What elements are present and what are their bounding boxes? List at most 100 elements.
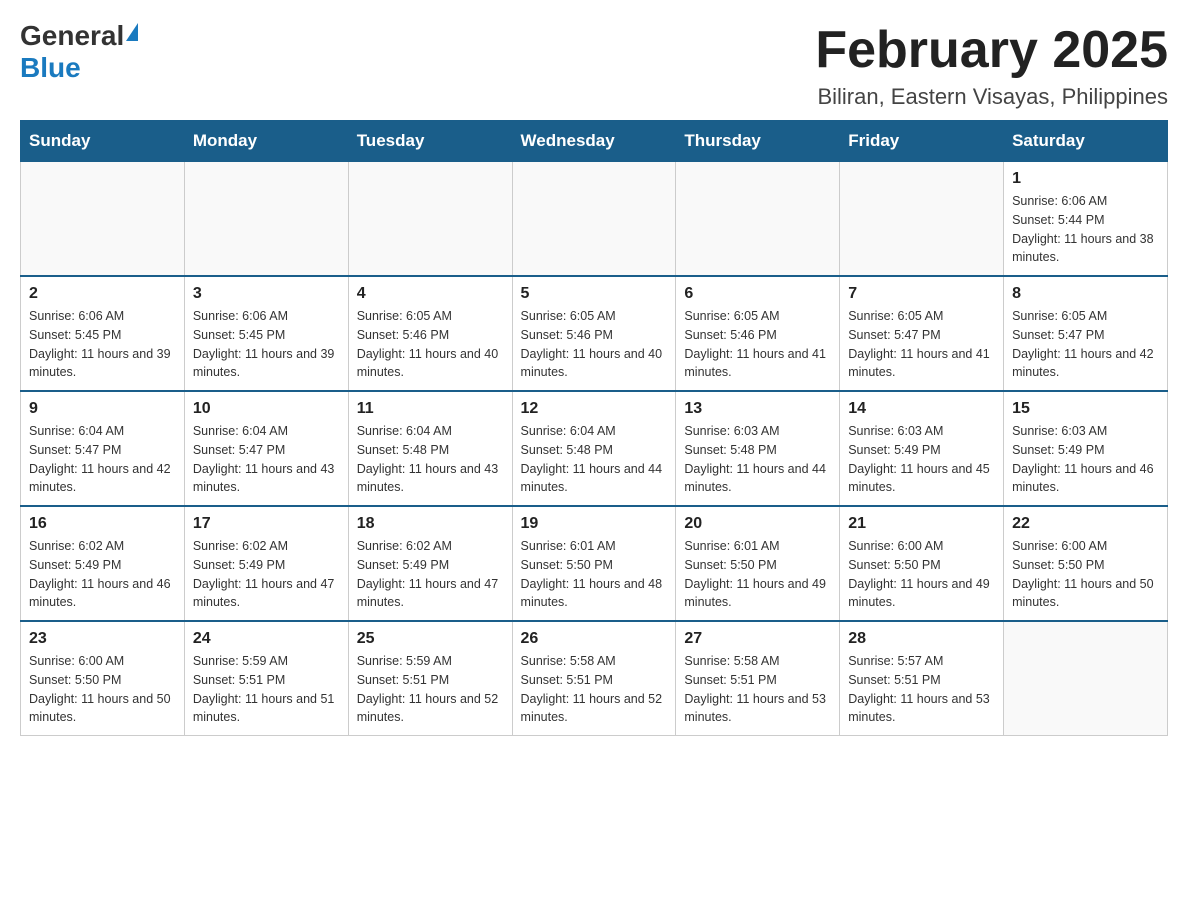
day-number: 10 [193,400,340,418]
calendar-header-friday: Friday [840,121,1004,162]
day-info: Sunrise: 5:58 AMSunset: 5:51 PMDaylight:… [684,652,831,727]
calendar-cell: 11 Sunrise: 6:04 AMSunset: 5:48 PMDayligh… [348,391,512,506]
day-number: 22 [1012,515,1159,533]
day-number: 17 [193,515,340,533]
calendar-cell: 22 Sunrise: 6:00 AMSunset: 5:50 PMDayligh… [1004,506,1168,621]
calendar-cell: 8Sunrise: 6:05 AMSunset: 5:47 PMDaylight… [1004,276,1168,391]
calendar-cell [512,162,676,277]
day-info: Sunrise: 6:03 AMSunset: 5:48 PMDaylight:… [684,422,831,497]
calendar-cell [348,162,512,277]
day-number: 20 [684,515,831,533]
logo: General Blue [20,20,138,84]
day-number: 14 [848,400,995,418]
calendar-cell: 4 Sunrise: 6:05 AMSunset: 5:46 PMDaylight… [348,276,512,391]
calendar-cell [840,162,1004,277]
calendar-cell: 15Sunrise: 6:03 AMSunset: 5:49 PMDayligh… [1004,391,1168,506]
calendar-cell: 5 Sunrise: 6:05 AMSunset: 5:46 PMDaylight… [512,276,676,391]
page-header: General Blue February 2025 Biliran, East… [20,20,1168,110]
title-section: February 2025 Biliran, Eastern Visayas, … [815,20,1168,110]
day-info: Sunrise: 5:58 AMSunset: 5:51 PMDaylight:… [521,652,668,727]
day-info: Sunrise: 5:59 AMSunset: 5:51 PMDaylight:… [357,652,504,727]
calendar-cell [21,162,185,277]
calendar-cell: 1 Sunrise: 6:06 AMSunset: 5:44 PMDaylight… [1004,162,1168,277]
day-number: 11 [357,400,504,418]
logo-blue: Blue [20,52,81,83]
calendar-cell: 23 Sunrise: 6:00 AMSunset: 5:50 PMDayligh… [21,621,185,736]
calendar-header-thursday: Thursday [676,121,840,162]
day-info: Sunrise: 6:05 AMSunset: 5:46 PMDaylight:… [684,307,831,382]
day-number: 9 [29,400,176,418]
calendar-cell [676,162,840,277]
day-info: Sunrise: 6:01 AMSunset: 5:50 PMDaylight:… [521,537,668,612]
day-info: Sunrise: 6:04 AMSunset: 5:47 PMDaylight:… [193,422,340,497]
day-info: Sunrise: 6:02 AMSunset: 5:49 PMDaylight:… [357,537,504,612]
day-number: 7 [848,285,995,303]
day-number: 4 [357,285,504,303]
calendar-cell: 20 Sunrise: 6:01 AMSunset: 5:50 PMDayligh… [676,506,840,621]
calendar-cell: 13 Sunrise: 6:03 AMSunset: 5:48 PMDayligh… [676,391,840,506]
calendar-header-sunday: Sunday [21,121,185,162]
logo-triangle-icon [126,23,138,41]
day-info: Sunrise: 5:59 AMSunset: 5:51 PMDaylight:… [193,652,340,727]
calendar-cell: 28 Sunrise: 5:57 AMSunset: 5:51 PMDayligh… [840,621,1004,736]
day-number: 12 [521,400,668,418]
calendar-header-wednesday: Wednesday [512,121,676,162]
subtitle: Biliran, Eastern Visayas, Philippines [815,84,1168,110]
day-number: 19 [521,515,668,533]
calendar-cell: 25 Sunrise: 5:59 AMSunset: 5:51 PMDayligh… [348,621,512,736]
day-number: 15 [1012,400,1159,418]
day-number: 26 [521,630,668,648]
calendar-cell: 17 Sunrise: 6:02 AMSunset: 5:49 PMDayligh… [184,506,348,621]
calendar-header-tuesday: Tuesday [348,121,512,162]
day-number: 1 [1012,170,1159,188]
day-number: 27 [684,630,831,648]
day-info: Sunrise: 6:00 AMSunset: 5:50 PMDaylight:… [29,652,176,727]
day-number: 25 [357,630,504,648]
calendar-week-row: 2 Sunrise: 6:06 AMSunset: 5:45 PMDaylight… [21,276,1168,391]
day-info: Sunrise: 5:57 AMSunset: 5:51 PMDaylight:… [848,652,995,727]
day-info: Sunrise: 6:04 AMSunset: 5:48 PMDaylight:… [521,422,668,497]
calendar-cell: 10 Sunrise: 6:04 AMSunset: 5:47 PMDayligh… [184,391,348,506]
calendar-cell [184,162,348,277]
calendar-cell: 3 Sunrise: 6:06 AMSunset: 5:45 PMDaylight… [184,276,348,391]
calendar-cell: 18 Sunrise: 6:02 AMSunset: 5:49 PMDayligh… [348,506,512,621]
calendar-cell: 26 Sunrise: 5:58 AMSunset: 5:51 PMDayligh… [512,621,676,736]
day-number: 24 [193,630,340,648]
day-number: 28 [848,630,995,648]
calendar-header-saturday: Saturday [1004,121,1168,162]
day-info: Sunrise: 6:01 AMSunset: 5:50 PMDaylight:… [684,537,831,612]
day-number: 2 [29,285,176,303]
day-number: 13 [684,400,831,418]
day-info: Sunrise: 6:02 AMSunset: 5:49 PMDaylight:… [193,537,340,612]
day-info: Sunrise: 6:03 AMSunset: 5:49 PMDaylight:… [848,422,995,497]
calendar-cell: 19 Sunrise: 6:01 AMSunset: 5:50 PMDayligh… [512,506,676,621]
day-info: Sunrise: 6:00 AMSunset: 5:50 PMDaylight:… [848,537,995,612]
day-info: Sunrise: 6:04 AMSunset: 5:48 PMDaylight:… [357,422,504,497]
day-info: Sunrise: 6:05 AMSunset: 5:46 PMDaylight:… [521,307,668,382]
day-number: 6 [684,285,831,303]
calendar-cell [1004,621,1168,736]
calendar-cell: 9 Sunrise: 6:04 AMSunset: 5:47 PMDaylight… [21,391,185,506]
day-number: 5 [521,285,668,303]
calendar-table: SundayMondayTuesdayWednesdayThursdayFrid… [20,120,1168,736]
calendar-header-row: SundayMondayTuesdayWednesdayThursdayFrid… [21,121,1168,162]
main-title: February 2025 [815,20,1168,80]
calendar-week-row: 16Sunrise: 6:02 AMSunset: 5:49 PMDayligh… [21,506,1168,621]
day-info: Sunrise: 6:05 AMSunset: 5:46 PMDaylight:… [357,307,504,382]
day-number: 21 [848,515,995,533]
day-number: 3 [193,285,340,303]
day-info: Sunrise: 6:04 AMSunset: 5:47 PMDaylight:… [29,422,176,497]
calendar-cell: 6 Sunrise: 6:05 AMSunset: 5:46 PMDaylight… [676,276,840,391]
day-number: 18 [357,515,504,533]
calendar-cell: 21 Sunrise: 6:00 AMSunset: 5:50 PMDayligh… [840,506,1004,621]
day-info: Sunrise: 6:06 AMSunset: 5:44 PMDaylight:… [1012,192,1159,267]
day-info: Sunrise: 6:05 AMSunset: 5:47 PMDaylight:… [848,307,995,382]
calendar-cell: 14 Sunrise: 6:03 AMSunset: 5:49 PMDayligh… [840,391,1004,506]
calendar-cell: 24 Sunrise: 5:59 AMSunset: 5:51 PMDayligh… [184,621,348,736]
calendar-cell: 16Sunrise: 6:02 AMSunset: 5:49 PMDayligh… [21,506,185,621]
day-info: Sunrise: 6:06 AMSunset: 5:45 PMDaylight:… [193,307,340,382]
day-info: Sunrise: 6:00 AMSunset: 5:50 PMDaylight:… [1012,537,1159,612]
calendar-header-monday: Monday [184,121,348,162]
day-number: 23 [29,630,176,648]
calendar-week-row: 23 Sunrise: 6:00 AMSunset: 5:50 PMDayligh… [21,621,1168,736]
